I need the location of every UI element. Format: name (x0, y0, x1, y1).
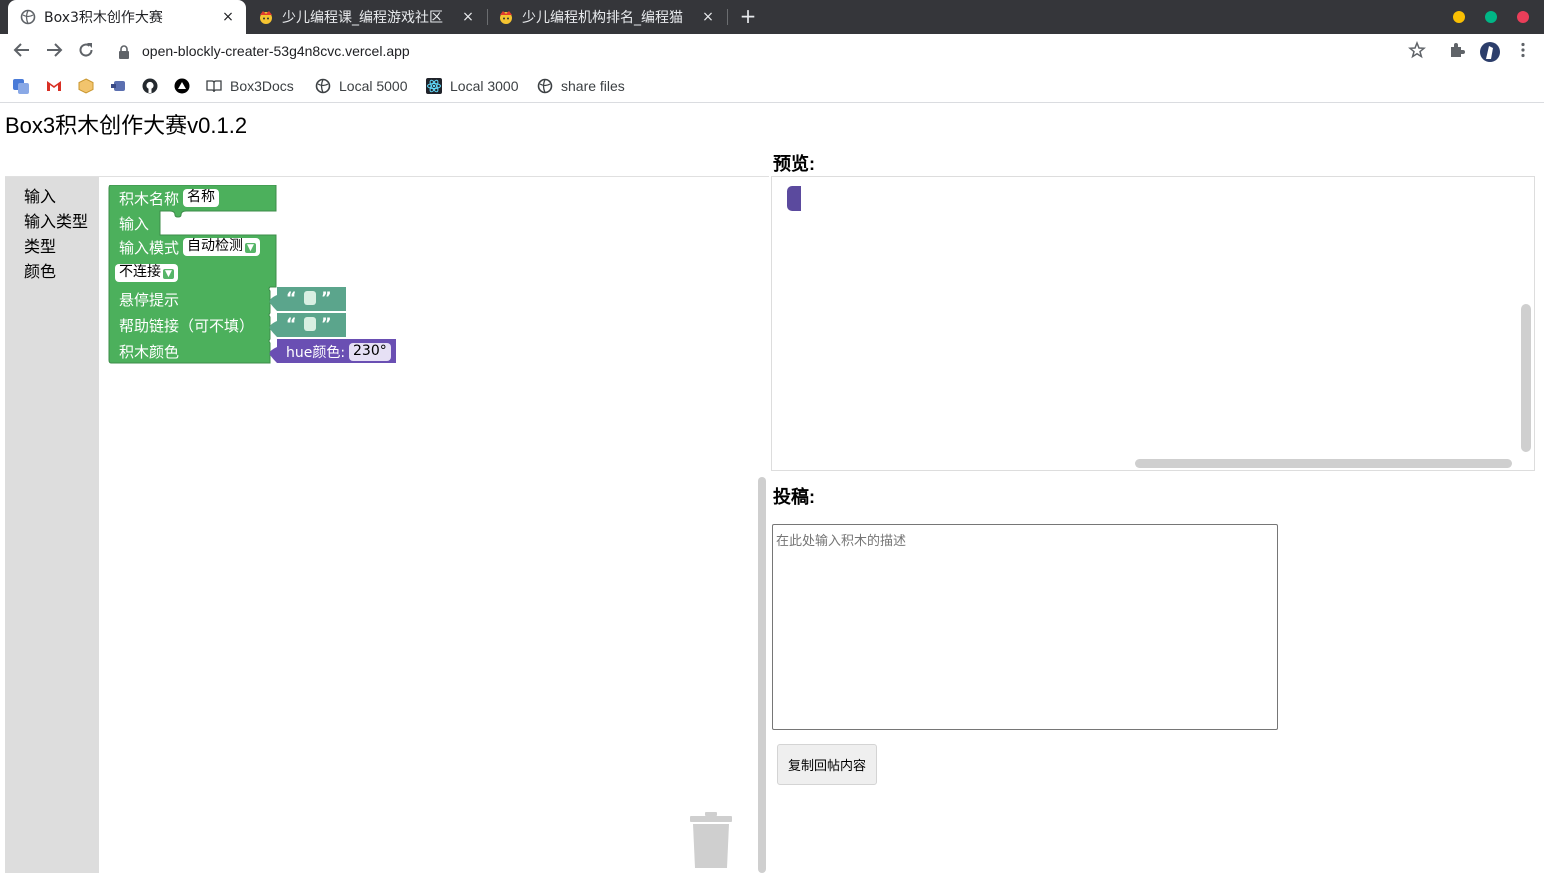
bookmark-box[interactable] (78, 76, 102, 96)
extensions-icon[interactable] (1446, 41, 1468, 63)
hue-label: hue颜色: (286, 345, 346, 361)
globe-icon (20, 9, 36, 25)
profile-avatar[interactable] (1479, 41, 1501, 63)
close-window-button[interactable] (1517, 11, 1529, 23)
github-icon (142, 78, 158, 94)
bookmark-local-3000[interactable]: Local 3000 (426, 76, 519, 96)
react-icon (426, 78, 442, 94)
dropdown-arrow-icon: ▼ (245, 243, 256, 253)
close-tab-icon[interactable]: × (698, 9, 718, 25)
bookmarks-bar: Box3Docs Local 5000 Local 3000 share fil… (0, 70, 1544, 103)
bookmark-gmail[interactable] (46, 76, 70, 96)
close-tab-icon[interactable]: × (218, 9, 238, 25)
lock-icon[interactable] (118, 44, 130, 59)
input-mode-value: 自动检测 (187, 238, 243, 254)
quote-open-icon: “ (286, 314, 297, 333)
quote-open-icon: “ (286, 288, 297, 307)
trash-icon[interactable] (690, 812, 732, 868)
bookmark-label: Local 3000 (450, 78, 519, 94)
quote-close-icon: ” (321, 314, 332, 333)
block-help-label: 帮助链接（可不填） (119, 317, 255, 335)
codemao-icon (258, 9, 274, 25)
bookmark-share-files[interactable]: share files (537, 76, 625, 96)
translate-icon (13, 78, 29, 94)
help-link-text-field[interactable] (304, 317, 316, 331)
tab-separator (727, 9, 728, 25)
tooltip-text-field[interactable] (304, 291, 316, 305)
bookmark-github[interactable] (142, 76, 166, 96)
bookmark-translate[interactable] (13, 76, 37, 96)
cube-icon (78, 78, 94, 94)
bookmark-blocks[interactable] (110, 76, 134, 96)
bookmark-label: share files (561, 78, 625, 94)
reload-icon[interactable] (75, 41, 97, 63)
minimize-button[interactable] (1453, 11, 1465, 23)
block-input-label: 输入 (119, 215, 150, 233)
tab-title: 少儿编程课_编程游戏社区 (282, 10, 443, 26)
close-tab-icon[interactable]: × (458, 9, 478, 25)
block-color-label: 积木颜色 (119, 343, 180, 361)
new-tab-button[interactable]: + (737, 5, 759, 27)
back-icon[interactable] (11, 41, 33, 63)
bookmark-box3docs[interactable]: Box3Docs (206, 76, 294, 96)
browser-toolbar: open-blockly-creater-53g4n8cvc.vercel.ap… (0, 34, 1544, 70)
block-tooltip-label: 悬停提示 (119, 291, 180, 309)
bookmark-local-5000[interactable]: Local 5000 (315, 76, 408, 96)
bookmark-label: Box3Docs (230, 78, 294, 94)
tab-kids-coding-ranking[interactable]: 少儿编程机构排名_编程猫 × (486, 0, 726, 34)
blocks-icon (110, 78, 126, 94)
connection-dropdown[interactable]: 不连接 ▼ (115, 264, 178, 282)
bookmark-label: Local 5000 (339, 78, 408, 94)
tab-title: Box3积木创作大赛 (44, 10, 163, 26)
menu-icon[interactable] (1512, 41, 1534, 63)
gmail-icon (46, 78, 62, 94)
workspace-scrollbar[interactable] (758, 477, 766, 873)
toolbox-category-type[interactable]: 类型 (24, 233, 56, 257)
book-icon (206, 78, 222, 94)
block-input-mode-label: 输入模式 (119, 239, 180, 257)
tab-box3[interactable]: Box3积木创作大赛 × (8, 0, 246, 34)
submit-heading: 投稿: (773, 487, 815, 507)
quote-close-icon: ” (321, 288, 332, 307)
input-mode-dropdown[interactable]: 自动检测 ▼ (183, 238, 260, 256)
preview-heading: 预览: (773, 154, 815, 174)
tab-title: 少儿编程机构排名_编程猫 (522, 10, 683, 26)
globe-icon (537, 78, 553, 94)
page-title: Box3积木创作大赛v0.1.2 (5, 113, 248, 138)
copy-reply-button[interactable]: 复制回帖内容 (777, 744, 877, 785)
description-textarea[interactable] (772, 524, 1278, 730)
star-icon[interactable] (1406, 40, 1428, 63)
bookmark-vercel[interactable] (174, 76, 198, 96)
connection-value: 不连接 (119, 264, 161, 280)
preview-block (787, 186, 801, 211)
block-name-field[interactable]: 名称 (183, 189, 219, 207)
blockly-toolbox: 输入 输入类型 类型 颜色 (5, 177, 99, 873)
block-name-label: 积木名称 (119, 190, 180, 208)
address-bar[interactable]: open-blockly-creater-53g4n8cvc.vercel.ap… (142, 43, 410, 59)
tab-strip: Box3积木创作大赛 × 少儿编程课_编程游戏社区 × 少儿编程机构排名_编程猫… (0, 0, 1544, 34)
vercel-icon (174, 78, 190, 94)
toolbox-category-color[interactable]: 颜色 (24, 258, 56, 282)
preview-vertical-scrollbar[interactable] (1521, 304, 1531, 452)
codemao-icon (498, 9, 514, 25)
tab-kids-coding-community[interactable]: 少儿编程课_编程游戏社区 × (246, 0, 486, 34)
hue-value-field[interactable]: 230° (349, 343, 391, 361)
dropdown-arrow-icon: ▼ (163, 269, 174, 279)
toolbox-category-input[interactable]: 输入 (24, 183, 56, 207)
forward-icon[interactable] (43, 41, 65, 63)
maximize-button[interactable] (1485, 11, 1497, 23)
preview-canvas[interactable] (771, 176, 1535, 471)
toolbox-category-input-type[interactable]: 输入类型 (24, 208, 88, 232)
preview-horizontal-scrollbar[interactable] (1135, 459, 1512, 468)
globe-icon (315, 78, 331, 94)
